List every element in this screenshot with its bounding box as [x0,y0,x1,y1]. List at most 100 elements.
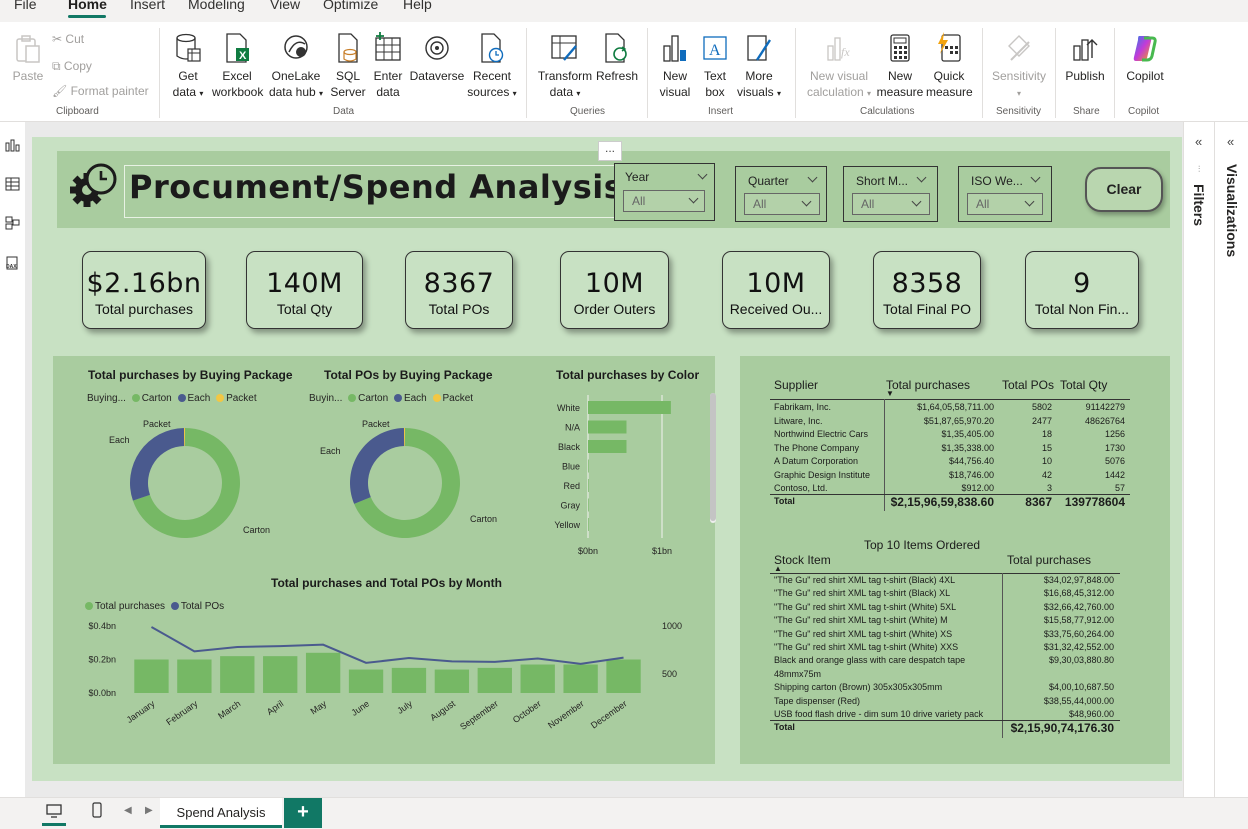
text-box-button[interactable]: A Text box [698,32,732,100]
top-items-table[interactable]: Stock Item Total purchases ▲ "The Gu" re… [770,553,1120,738]
copilot-button[interactable]: Copilot [1120,32,1170,84]
bar[interactable] [220,656,255,693]
menu-file[interactable]: File [14,0,37,12]
scrollbar-thumb[interactable] [710,393,716,521]
clear-filters-button[interactable]: Clear [1085,167,1163,212]
new-visual-button[interactable]: New visual [655,32,695,100]
bar[interactable] [177,659,212,694]
slicer-iso-week[interactable]: ISO We... All [958,166,1052,222]
dax-query-view-icon[interactable]: DAX [5,256,20,270]
publish-button[interactable]: Publish [1062,32,1108,84]
bar-chart-color[interactable]: White N/A Black Blue Red Gray Yellow $0bn $1bn [540,395,705,560]
column-header[interactable]: Total POs [1002,378,1054,392]
slicer-dropdown[interactable]: All [967,193,1043,215]
slicer-value: All [753,197,767,211]
bar[interactable] [134,659,169,694]
slicer-dropdown[interactable]: All [744,193,820,215]
bar[interactable] [305,652,341,693]
slicer-year[interactable]: Year All [614,163,715,221]
bar[interactable] [588,498,589,512]
visualizations-label[interactable]: Visualizations [1224,164,1240,257]
recent-sources-button[interactable]: Recent sources ▾ [466,32,518,102]
page-title: Procument/Spend Analysis [129,168,624,206]
collapse-icon[interactable]: « [1195,134,1202,149]
menu-modeling[interactable]: Modeling [188,0,245,12]
more-visuals-button[interactable]: More visuals ▾ [734,32,784,102]
donut-slice-each[interactable] [130,428,185,501]
column-header[interactable]: Total purchases [1007,553,1091,567]
bar[interactable] [606,659,641,694]
new-visual-calculation-button[interactable]: fx New visual calculation ▾ [802,32,876,102]
slicer-quarter[interactable]: Quarter All [735,166,827,222]
bar[interactable] [563,664,598,693]
cut-button[interactable]: ✂ Cut [52,32,84,46]
format-painter-button[interactable]: 🖌 Format painter [52,84,149,98]
menu-optimize[interactable]: Optimize [323,0,378,12]
bar[interactable] [588,518,589,531]
filter-icon: ⫶ [1198,164,1201,174]
onelake-data-hub-button[interactable]: OneLake data hub ▾ [266,32,326,102]
x-tick-label: October [511,698,543,725]
donut-slice-each[interactable] [350,428,405,504]
bar[interactable] [588,440,627,453]
filters-label[interactable]: Filters [1191,184,1207,226]
collapse-icon[interactable]: « [1227,134,1234,149]
transform-data-button[interactable]: Transform data ▾ [536,32,594,102]
bar[interactable] [263,656,298,693]
table-cell: Black and orange glass with care despatc… [774,655,966,666]
filters-pane[interactable]: « ⫶ Filters [1183,122,1214,797]
column-header[interactable]: Total Qty [1060,378,1107,392]
menu-home[interactable]: Home [68,0,107,12]
more-options-button[interactable]: ... [598,141,622,161]
combo-chart-month[interactable]: $0.0bn $0.2bn $0.4bn 500 1000 January February… [80,612,700,752]
column-header[interactable]: Supplier [774,378,818,392]
sensitivity-button[interactable]: Sensitivity ▾ [988,32,1050,102]
donut-chart-buying-package-pos[interactable] [340,418,470,548]
slicer-short-month[interactable]: Short M... All [843,166,938,222]
bar[interactable] [588,420,627,434]
column-header[interactable]: Total purchases [886,378,970,392]
x-tick-label: August [428,698,457,723]
bar[interactable] [434,669,470,693]
enter-data-button[interactable]: Enter data [370,32,406,100]
get-data-button[interactable]: Get data ▾ [166,32,210,102]
donut-chart-buying-package-purchases[interactable] [120,418,250,548]
supplier-table[interactable]: Supplier Total purchases Total POs Total… [770,378,1130,513]
quick-measure-button[interactable]: Quick measure [926,32,973,100]
menu-view[interactable]: View [270,0,300,12]
bar[interactable] [520,664,555,693]
table-cell: 1730 [1104,442,1125,453]
table-cell: 91142279 [1085,402,1125,412]
bar[interactable] [477,667,512,693]
column-header[interactable]: Stock Item [774,553,831,567]
desktop-layout-icon[interactable] [46,804,62,818]
model-view-icon[interactable] [5,216,20,230]
new-measure-button[interactable]: New measure [876,32,924,100]
slicer-dropdown[interactable]: All [623,190,705,212]
refresh-button[interactable]: Refresh [596,32,638,84]
menu-help[interactable]: Help [403,0,432,12]
bar[interactable] [588,401,671,414]
sql-server-button[interactable]: SQL Server [330,32,366,100]
table-view-icon[interactable] [5,177,20,191]
copy-button[interactable]: ⧉ Copy [52,59,92,74]
visualizations-pane[interactable]: « Visualizations [1214,122,1248,797]
report-view-icon[interactable] [5,138,20,152]
scrollbar[interactable] [710,393,716,523]
bar[interactable] [588,479,589,492]
paste-button[interactable]: Paste [10,34,46,84]
get-data-label-2: data [172,85,196,99]
page-tab-spend-analysis[interactable]: Spend Analysis [160,798,282,828]
bar[interactable] [391,667,427,693]
bar[interactable] [348,669,384,693]
prev-page-icon[interactable]: ◀ [124,805,132,816]
x-tick-label: September [458,698,500,731]
add-page-button[interactable]: + [284,798,322,828]
excel-workbook-button[interactable]: X Excel workbook [212,32,263,100]
bar[interactable] [588,459,589,473]
menu-insert[interactable]: Insert [130,0,165,12]
mobile-layout-icon[interactable] [92,802,102,818]
next-page-icon[interactable]: ▶ [145,805,153,816]
slicer-dropdown[interactable]: All [852,193,930,215]
dataverse-button[interactable]: Dataverse [408,32,466,84]
